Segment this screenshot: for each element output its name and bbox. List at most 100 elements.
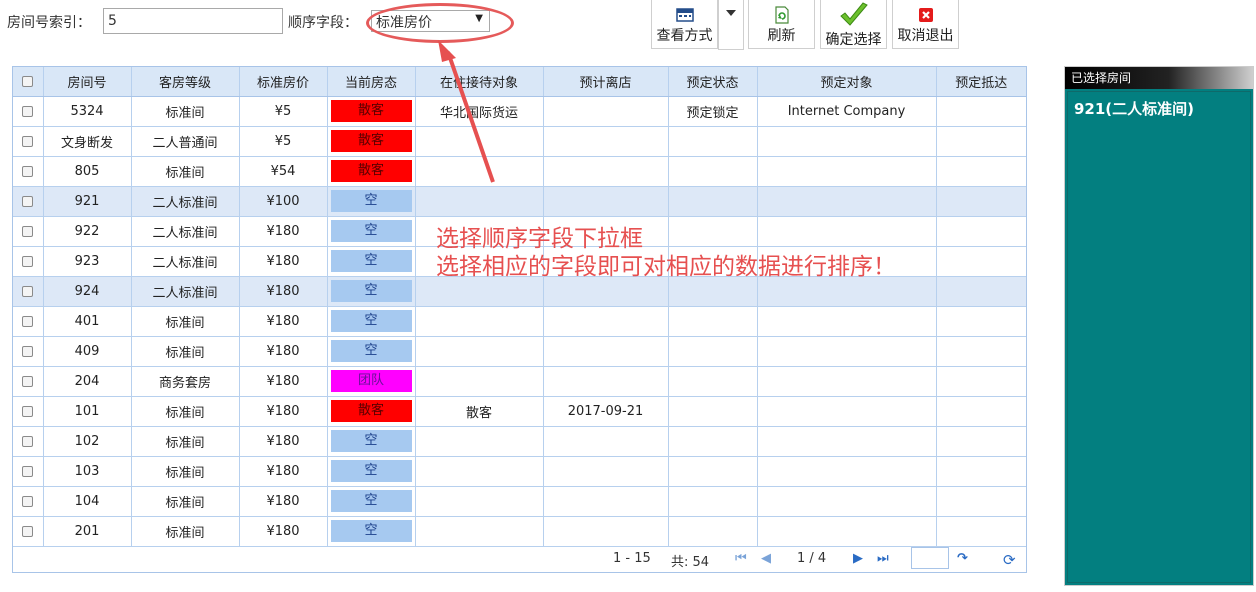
- room-index-input[interactable]: [103, 8, 283, 34]
- row-select-cell[interactable]: [13, 486, 44, 517]
- row-checkbox[interactable]: [22, 435, 34, 447]
- row-checkbox[interactable]: [22, 525, 34, 537]
- table-row[interactable]: 5324 标准间 ¥5 散客 华北国际货运 预定锁定 Internet Company: [13, 96, 1026, 127]
- row-select-cell[interactable]: [13, 306, 44, 337]
- row-select-cell[interactable]: [13, 96, 44, 127]
- confirm-check-icon: [839, 2, 868, 26]
- room-price-cell: ¥180: [239, 276, 328, 307]
- room-price-cell: ¥180: [239, 396, 328, 427]
- column-header[interactable]: 当前房态: [327, 67, 416, 97]
- reservation-party-cell: [757, 126, 937, 157]
- row-select-cell[interactable]: [13, 276, 44, 307]
- guest-cell: [415, 306, 544, 337]
- order-field-label: 顺序字段：: [288, 15, 358, 31]
- reservation-status-cell: [668, 516, 758, 547]
- column-header[interactable]: 预定状态: [668, 67, 758, 97]
- guest-cell: 华北国际货运: [415, 96, 544, 127]
- row-checkbox[interactable]: [22, 315, 34, 327]
- selected-rooms-title: 已选择房间: [1065, 67, 1253, 89]
- arrival-cell: [936, 426, 1026, 457]
- page-number-input[interactable]: [911, 547, 949, 569]
- column-header[interactable]: 预计离店: [543, 67, 669, 97]
- guest-cell: [415, 186, 544, 217]
- row-checkbox[interactable]: [22, 285, 34, 297]
- row-checkbox[interactable]: [22, 225, 34, 237]
- room-grade-cell: 二人标准间: [131, 276, 240, 307]
- room-index-label: 房间号索引：: [7, 15, 91, 31]
- room-grade-cell: 标准间: [131, 336, 240, 367]
- room-status-cell: 空: [327, 186, 416, 217]
- column-header[interactable]: 在住接待对象: [415, 67, 544, 97]
- room-status-cell: 空: [327, 306, 416, 337]
- status-badge: 散客: [330, 130, 412, 152]
- row-checkbox[interactable]: [22, 165, 34, 177]
- row-checkbox[interactable]: [22, 405, 34, 417]
- reload-icon[interactable]: ⟳: [1003, 551, 1016, 569]
- next-page-icon[interactable]: ▶: [853, 551, 863, 566]
- table-row[interactable]: 201 标准间 ¥180 空: [13, 516, 1026, 547]
- row-select-cell[interactable]: [13, 516, 44, 547]
- room-number-cell: 924: [43, 276, 132, 307]
- confirm-select-label: 确定选择: [825, 32, 882, 48]
- row-checkbox[interactable]: [22, 375, 34, 387]
- first-page-icon[interactable]: ⏮: [735, 551, 747, 566]
- column-header[interactable]: 预定对象: [757, 67, 937, 97]
- departure-cell: [543, 456, 669, 487]
- room-status-cell: 空: [327, 336, 416, 367]
- column-header[interactable]: 预定抵达: [936, 67, 1026, 97]
- refresh-button[interactable]: 刷新: [748, 0, 815, 49]
- table-row[interactable]: 921 二人标准间 ¥100 空: [13, 186, 1026, 217]
- room-grade-cell: 标准间: [131, 426, 240, 457]
- column-header[interactable]: 房间号: [43, 67, 132, 97]
- table-row[interactable]: 102 标准间 ¥180 空: [13, 426, 1026, 457]
- select-all-cell[interactable]: [13, 67, 44, 97]
- row-select-cell[interactable]: [13, 396, 44, 427]
- confirm-select-button[interactable]: 确定选择: [820, 0, 887, 49]
- row-checkbox[interactable]: [22, 195, 34, 207]
- table-row[interactable]: 401 标准间 ¥180 空: [13, 306, 1026, 337]
- view-mode-button[interactable]: 查看方式: [651, 0, 718, 49]
- cancel-x-icon: [918, 8, 933, 22]
- row-select-cell[interactable]: [13, 126, 44, 157]
- row-checkbox[interactable]: [22, 135, 34, 147]
- row-checkbox[interactable]: [22, 345, 34, 357]
- table-row[interactable]: 409 标准间 ¥180 空: [13, 336, 1026, 367]
- row-select-cell[interactable]: [13, 366, 44, 397]
- select-all-checkbox[interactable]: [22, 75, 34, 87]
- row-select-cell[interactable]: [13, 246, 44, 277]
- room-status-cell: 空: [327, 516, 416, 547]
- prev-page-icon[interactable]: ◀: [761, 551, 771, 566]
- row-select-cell[interactable]: [13, 336, 44, 367]
- departure-cell: [543, 96, 669, 127]
- table-row[interactable]: 805 标准间 ¥54 散客: [13, 156, 1026, 187]
- page-indicator: 1 / 4: [797, 551, 827, 566]
- table-row[interactable]: 204 商务套房 ¥180 团队: [13, 366, 1026, 397]
- room-grade-cell: 标准间: [131, 96, 240, 127]
- room-number-cell: 805: [43, 156, 132, 187]
- go-icon[interactable]: ↷: [957, 551, 968, 566]
- table-row[interactable]: 103 标准间 ¥180 空: [13, 456, 1026, 487]
- reservation-party-cell: [757, 366, 937, 397]
- column-header[interactable]: 标准房价: [239, 67, 328, 97]
- arrival-cell: [936, 516, 1026, 547]
- row-select-cell[interactable]: [13, 426, 44, 457]
- row-checkbox[interactable]: [22, 495, 34, 507]
- table-row[interactable]: 104 标准间 ¥180 空: [13, 486, 1026, 517]
- row-checkbox[interactable]: [22, 255, 34, 267]
- status-badge: 散客: [330, 100, 412, 122]
- row-select-cell[interactable]: [13, 216, 44, 247]
- row-checkbox[interactable]: [22, 105, 34, 117]
- guest-cell: [415, 456, 544, 487]
- cancel-exit-button[interactable]: 取消退出: [892, 0, 959, 49]
- column-header[interactable]: 客房等级: [131, 67, 240, 97]
- selected-room-item[interactable]: 921(二人标准间): [1074, 98, 1250, 119]
- view-mode-dropdown[interactable]: [718, 0, 744, 50]
- row-select-cell[interactable]: [13, 186, 44, 217]
- table-row[interactable]: 文身断发 二人普通间 ¥5 散客: [13, 126, 1026, 157]
- row-select-cell[interactable]: [13, 156, 44, 187]
- last-page-icon[interactable]: ⏭: [877, 551, 889, 566]
- arrival-cell: [936, 366, 1026, 397]
- table-row[interactable]: 101 标准间 ¥180 散客 散客 2017-09-21: [13, 396, 1026, 427]
- row-select-cell[interactable]: [13, 456, 44, 487]
- row-checkbox[interactable]: [22, 465, 34, 477]
